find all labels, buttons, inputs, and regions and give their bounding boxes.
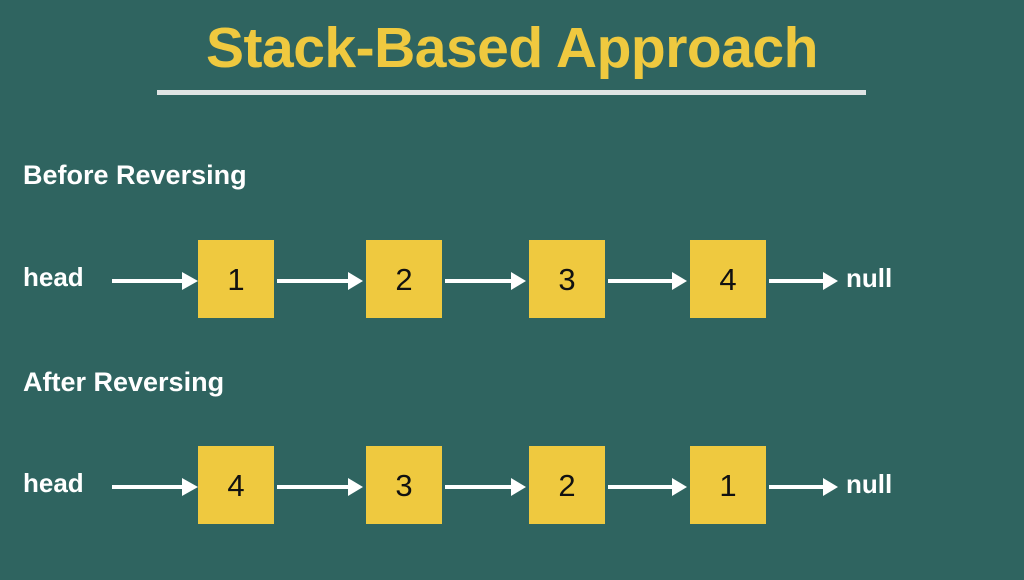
head-label-before: head — [23, 262, 84, 292]
arrow-tip — [348, 272, 363, 290]
arrow-tip — [672, 272, 687, 290]
arrow-shaft — [445, 279, 512, 283]
list-node: 2 — [529, 446, 605, 524]
list-node: 4 — [690, 240, 766, 318]
arrow-tip — [823, 478, 838, 496]
arrow-shaft — [769, 485, 824, 489]
arrow-shaft — [608, 279, 673, 283]
null-terminator-label: null — [846, 263, 893, 293]
list-node: 3 — [529, 240, 605, 318]
arrow-tip — [511, 478, 526, 496]
head-pointer-arrow-icon-after — [112, 478, 198, 496]
arrow-tip — [182, 272, 198, 290]
title-block: Stack-Based Approach — [0, 16, 1024, 82]
title-underline-rule — [157, 90, 866, 95]
link-arrow-icon — [277, 478, 363, 496]
link-arrow-icon — [608, 478, 687, 496]
link-arrow-icon — [769, 478, 838, 496]
page-title: Stack-Based Approach — [206, 16, 818, 80]
list-node: 1 — [198, 240, 274, 318]
node-value: 3 — [395, 467, 413, 503]
linked-list-before-reversing: head 1 2 3 4 null — [0, 240, 1024, 320]
list-node: 2 — [366, 240, 442, 318]
arrow-shaft — [112, 279, 184, 283]
link-arrow-icon — [445, 272, 526, 290]
node-value: 4 — [227, 467, 245, 503]
node-value: 4 — [719, 261, 737, 297]
list-node: 3 — [366, 446, 442, 524]
arrow-tip — [823, 272, 838, 290]
linked-list-after-reversing: head 4 3 2 1 null — [0, 446, 1024, 526]
arrow-tip — [511, 272, 526, 290]
head-label-after: head — [23, 468, 84, 498]
node-value: 1 — [719, 467, 737, 503]
link-arrow-icon — [608, 272, 687, 290]
section-heading-after-reversing: After Reversing — [23, 367, 225, 397]
arrow-tip — [672, 478, 687, 496]
node-value: 2 — [395, 261, 413, 297]
link-arrow-icon — [445, 478, 526, 496]
list-node: 1 — [690, 446, 766, 524]
arrow-shaft — [277, 485, 349, 489]
node-value: 3 — [558, 261, 576, 297]
arrow-tip — [348, 478, 363, 496]
node-value: 2 — [558, 467, 576, 503]
null-terminator-label: null — [846, 469, 893, 499]
head-pointer-arrow-icon-before — [112, 272, 198, 290]
link-arrow-icon — [277, 272, 363, 290]
arrow-shaft — [445, 485, 512, 489]
arrow-shaft — [112, 485, 184, 489]
arrow-tip — [182, 478, 198, 496]
link-arrow-icon — [769, 272, 838, 290]
slide-canvas: Stack-Based Approach Before Reversing he… — [0, 0, 1024, 580]
arrow-shaft — [277, 279, 349, 283]
section-heading-before-reversing: Before Reversing — [23, 160, 247, 190]
list-node: 4 — [198, 446, 274, 524]
arrow-shaft — [608, 485, 673, 489]
arrow-shaft — [769, 279, 824, 283]
node-value: 1 — [227, 261, 245, 297]
